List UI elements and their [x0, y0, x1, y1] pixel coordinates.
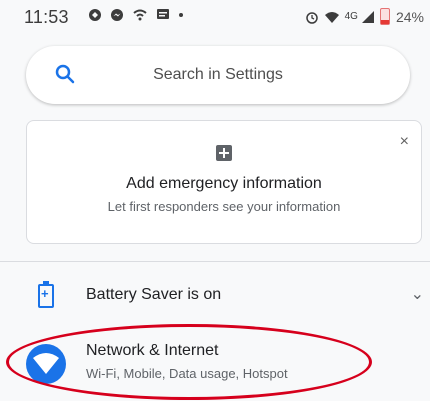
plus-icon [216, 145, 232, 161]
wifi-signal-icon [133, 9, 147, 21]
chevron-down-icon[interactable]: ⌄ [411, 284, 424, 304]
messenger-icon [111, 9, 123, 21]
battery-saver-row[interactable]: Battery Saver is on ⌄ [0, 262, 430, 326]
settings-screen: 11:53 4G 24% Search in Settings × Add em… [0, 0, 430, 401]
battery-saver-label: Battery Saver is on [86, 286, 222, 303]
status-bar: 11:53 4G 24% [0, 0, 430, 34]
emergency-info-card[interactable]: × Add emergency information Let first re… [26, 120, 422, 244]
notification-icon [89, 9, 101, 21]
cell-signal-icon [361, 10, 374, 23]
battery-icon [379, 8, 390, 25]
wifi-status-icon [324, 11, 339, 23]
search-placeholder: Search in Settings [153, 66, 283, 83]
search-bar[interactable]: Search in Settings [26, 46, 410, 104]
alarm-icon [305, 11, 318, 24]
close-icon[interactable]: × [400, 133, 409, 151]
battery-saver-icon [38, 281, 54, 308]
dot-icon [179, 13, 183, 17]
status-right: 4G 24% [305, 8, 424, 25]
highlight-ellipse [6, 324, 372, 400]
status-time: 11:53 [24, 7, 69, 27]
notification-icons [88, 8, 184, 22]
message-icon [157, 9, 169, 19]
network-type: 4G [344, 11, 358, 22]
card-subtitle: Let first responders see your informatio… [107, 199, 341, 214]
battery-percent: 24% [395, 8, 424, 25]
card-title: Add emergency information [126, 175, 322, 192]
